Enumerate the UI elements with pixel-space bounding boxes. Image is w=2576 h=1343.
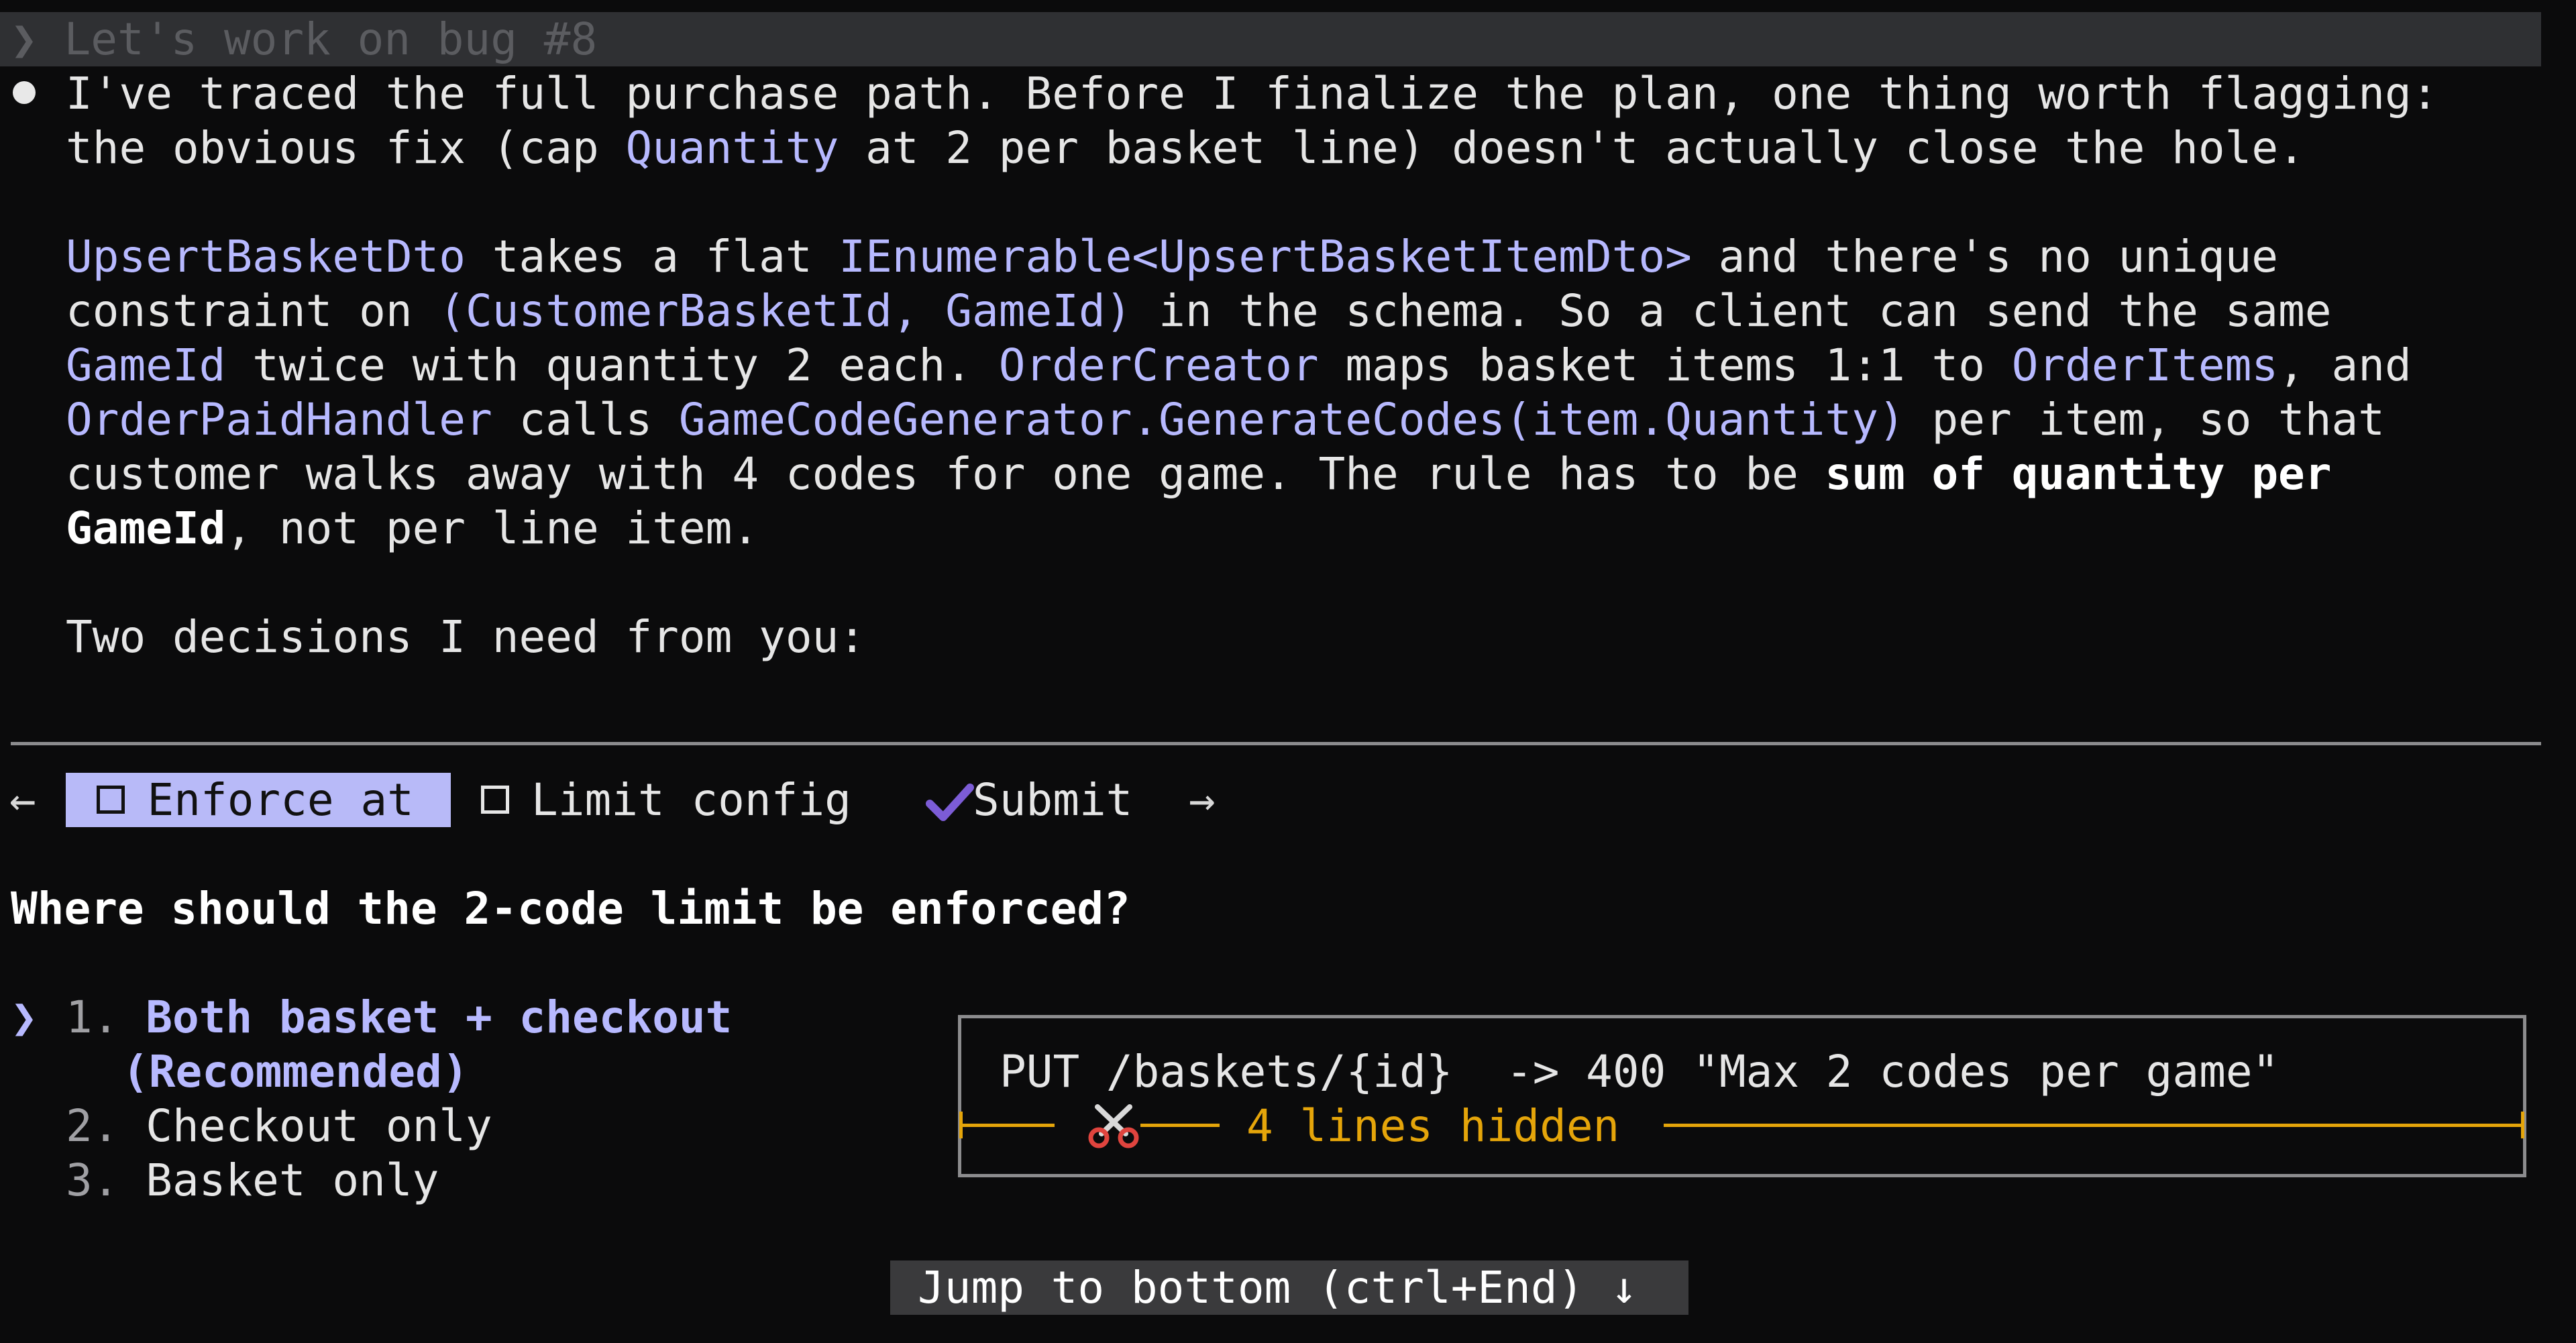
option-number: 1. [66,991,146,1043]
option-3[interactable]: 3. Basket only [66,1153,439,1207]
bold-text: sum of quantity per [1825,448,2332,500]
inline-code: OrderPaidHandler [66,394,492,445]
question-title: Where should the 2-code limit be enforce… [11,883,1130,934]
hidden-lines-divider [2521,1112,2524,1138]
message-line: Two decisions I need from you: [66,610,865,664]
jump-to-bottom-label[interactable]: Jump to bottom (ctrl+End) ↓ [918,1260,1638,1315]
tab-enforce-at-label[interactable]: Enforce at [94,773,414,827]
message-line: UpsertBasketDto takes a flat IEnumerable… [66,229,2278,284]
message-line: OrderPaidHandler calls GameCodeGenerator… [66,392,2385,447]
message-line: GameId, not per line item. [66,501,759,555]
selection-cursor-icon: ❯ [11,991,38,1043]
message-text: calls [492,394,679,445]
tab-submit[interactable]: Submit [973,773,1132,827]
option-number: 2. [66,1100,146,1152]
inline-code: GameId [66,339,226,391]
tab-forward-arrow[interactable]: → [1189,773,1216,827]
hidden-lines-divider [1664,1124,2524,1127]
message-text: the obvious fix (cap [66,122,626,174]
checkmark-icon [926,784,974,821]
message-text: twice with quantity 2 each. [225,339,999,391]
divider [11,742,2541,745]
message-text: and there's no unique [1691,231,2279,282]
message-text: per item, so that [1904,394,2385,445]
option-label: Both basket + checkout [146,991,733,1043]
prompt-glyph: ❯ [11,13,38,65]
option-label: Basket only [146,1154,439,1206]
option-number: 3. [66,1154,146,1206]
message-line: GameId twice with quantity 2 each. Order… [66,338,2412,392]
inline-code: IEnumerable<UpsertBasketItemDto> [839,231,1692,282]
message-text: at 2 per basket line) doesn't actually c… [839,122,2305,174]
tab-label: Enforce at [147,774,414,826]
message-bullet-icon [13,81,36,104]
inline-code: UpsertBasketDto [66,231,466,282]
message-text: I've traced the full purchase path. Befo… [66,68,2438,119]
message-text: customer walks away with 4 codes for one… [66,448,1825,500]
option-2[interactable]: 2. Checkout only [66,1099,492,1153]
message-line: the obvious fix (cap Quantity at 2 per b… [66,121,2305,175]
message-text: , not per line item. [225,502,759,554]
tab-limit-config[interactable]: Limit config [531,773,851,827]
tab-back-arrow[interactable]: ← [9,773,36,827]
hidden-lines-divider [1140,1124,1220,1127]
option-1-recommended[interactable]: (Recommended) [122,1044,469,1099]
preview-code-line: PUT /baskets/{id} -> 400 "Max 2 codes pe… [1000,1046,2279,1097]
option-label: Checkout only [146,1100,492,1152]
hidden-lines-divider [961,1124,1055,1127]
prompt-text: Let's work on bug #8 [64,13,598,65]
message-text: in the schema. So a client can send the … [1132,285,2332,337]
message-line: customer walks away with 4 codes for one… [66,447,2332,501]
checkbox-icon[interactable] [481,786,509,814]
inline-code: OrderItems [2011,339,2279,391]
message-line: I've traced the full purchase path. Befo… [66,66,2438,121]
inline-code: Quantity [625,122,839,174]
message-text: takes a flat [466,231,839,282]
previous-prompt: ❯ Let's work on bug #8 [11,12,597,66]
inline-code: GameCodeGenerator.GenerateCodes(item.Qua… [678,394,1905,445]
message-text: maps basket items 1:1 to [1318,339,2012,391]
message-text: , and [2278,339,2412,391]
hidden-lines-label[interactable]: 4 lines hidden [1246,1099,1619,1153]
bold-text: GameId [66,502,226,554]
message-text: constraint on [66,285,439,337]
scissors-icon [1088,1104,1139,1148]
message-text: Two decisions I need from you: [66,611,866,663]
option-1[interactable]: 1. Both basket + checkout [66,990,732,1044]
inline-code: OrderCreator [998,339,1319,391]
inline-code: (CustomerBasketId, GameId) [439,285,1132,337]
message-line: constraint on (CustomerBasketId, GameId)… [66,284,2332,338]
